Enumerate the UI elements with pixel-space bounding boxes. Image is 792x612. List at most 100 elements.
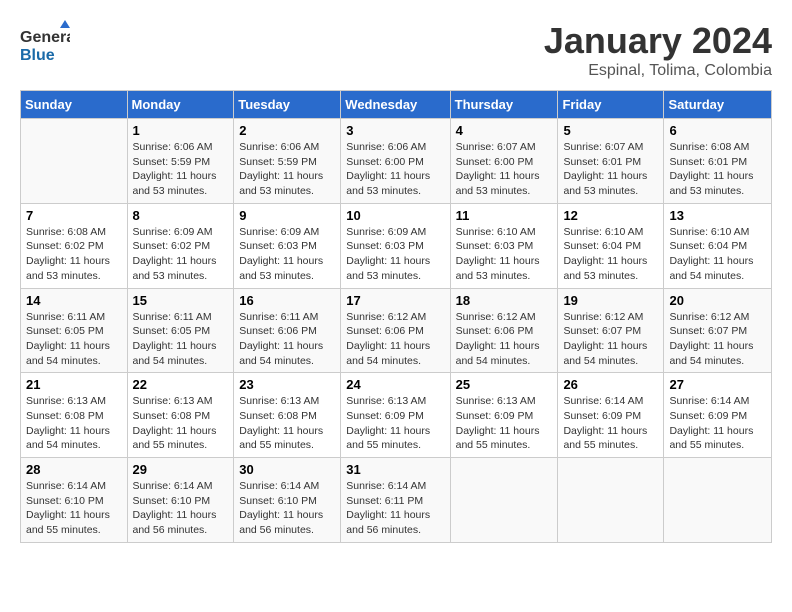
calendar-cell: 18 Sunrise: 6:12 AM Sunset: 6:06 PM Dayli… <box>450 288 558 373</box>
day-info: Sunrise: 6:10 AM Sunset: 6:04 PM Dayligh… <box>563 225 658 284</box>
day-info: Sunrise: 6:11 AM Sunset: 6:05 PM Dayligh… <box>26 310 122 369</box>
day-info: Sunrise: 6:06 AM Sunset: 6:00 PM Dayligh… <box>346 140 444 199</box>
calendar-cell: 21 Sunrise: 6:13 AM Sunset: 6:08 PM Dayli… <box>21 373 128 458</box>
day-info: Sunrise: 6:07 AM Sunset: 6:01 PM Dayligh… <box>563 140 658 199</box>
day-info: Sunrise: 6:13 AM Sunset: 6:08 PM Dayligh… <box>26 394 122 453</box>
calendar-cell: 3 Sunrise: 6:06 AM Sunset: 6:00 PM Daylig… <box>341 119 450 204</box>
logo: General Blue <box>20 20 70 75</box>
calendar-cell: 13Sunrise: 6:10 AM Sunset: 6:04 PM Dayli… <box>664 203 772 288</box>
day-info: Sunrise: 6:12 AM Sunset: 6:06 PM Dayligh… <box>346 310 444 369</box>
calendar-cell: 19 Sunrise: 6:12 AM Sunset: 6:07 PM Dayli… <box>558 288 664 373</box>
day-info: Sunrise: 6:11 AM Sunset: 6:06 PM Dayligh… <box>239 310 335 369</box>
header-row: Sunday Monday Tuesday Wednesday Thursday… <box>21 91 772 119</box>
calendar-cell <box>450 458 558 543</box>
calendar-cell <box>558 458 664 543</box>
day-number: 27 <box>669 377 766 392</box>
day-info: Sunrise: 6:08 AM Sunset: 6:01 PM Dayligh… <box>669 140 766 199</box>
day-info: Sunrise: 6:09 AM Sunset: 6:03 PM Dayligh… <box>346 225 444 284</box>
day-number: 4 <box>456 123 553 138</box>
day-info: Sunrise: 6:14 AM Sunset: 6:10 PM Dayligh… <box>239 479 335 538</box>
day-number: 24 <box>346 377 444 392</box>
day-number: 30 <box>239 462 335 477</box>
calendar-cell: 10 Sunrise: 6:09 AM Sunset: 6:03 PM Dayli… <box>341 203 450 288</box>
day-info: Sunrise: 6:12 AM Sunset: 6:07 PM Dayligh… <box>669 310 766 369</box>
calendar-cell: 22Sunrise: 6:13 AM Sunset: 6:08 PM Dayli… <box>127 373 234 458</box>
day-info: Sunrise: 6:12 AM Sunset: 6:07 PM Dayligh… <box>563 310 658 369</box>
calendar-cell: 24Sunrise: 6:13 AM Sunset: 6:09 PM Dayli… <box>341 373 450 458</box>
calendar-cell: 26 Sunrise: 6:14 AM Sunset: 6:09 PM Dayli… <box>558 373 664 458</box>
col-friday: Friday <box>558 91 664 119</box>
day-info: Sunrise: 6:13 AM Sunset: 6:09 PM Dayligh… <box>456 394 553 453</box>
col-wednesday: Wednesday <box>341 91 450 119</box>
calendar-cell: 31Sunrise: 6:14 AM Sunset: 6:11 PM Dayli… <box>341 458 450 543</box>
day-number: 3 <box>346 123 444 138</box>
day-number: 17 <box>346 293 444 308</box>
day-info: Sunrise: 6:06 AM Sunset: 5:59 PM Dayligh… <box>133 140 229 199</box>
col-tuesday: Tuesday <box>234 91 341 119</box>
calendar-cell: 16 Sunrise: 6:11 AM Sunset: 6:06 PM Dayli… <box>234 288 341 373</box>
day-info: Sunrise: 6:06 AM Sunset: 5:59 PM Dayligh… <box>239 140 335 199</box>
col-monday: Monday <box>127 91 234 119</box>
day-number: 29 <box>133 462 229 477</box>
day-number: 10 <box>346 208 444 223</box>
day-info: Sunrise: 6:14 AM Sunset: 6:11 PM Dayligh… <box>346 479 444 538</box>
calendar-week-1: 7 Sunrise: 6:08 AM Sunset: 6:02 PM Daylig… <box>21 203 772 288</box>
day-number: 12 <box>563 208 658 223</box>
svg-text:General: General <box>20 29 70 46</box>
calendar-cell: 1 Sunrise: 6:06 AM Sunset: 5:59 PM Daylig… <box>127 119 234 204</box>
calendar-cell: 30 Sunrise: 6:14 AM Sunset: 6:10 PM Dayli… <box>234 458 341 543</box>
logo-icon: General Blue <box>20 20 70 70</box>
calendar-cell: 11 Sunrise: 6:10 AM Sunset: 6:03 PM Dayli… <box>450 203 558 288</box>
day-number: 1 <box>133 123 229 138</box>
calendar-cell: 29Sunrise: 6:14 AM Sunset: 6:10 PM Dayli… <box>127 458 234 543</box>
calendar-cell: 2 Sunrise: 6:06 AM Sunset: 5:59 PM Daylig… <box>234 119 341 204</box>
day-number: 11 <box>456 208 553 223</box>
day-number: 14 <box>26 293 122 308</box>
calendar-cell: 6 Sunrise: 6:08 AM Sunset: 6:01 PM Daylig… <box>664 119 772 204</box>
svg-text:Blue: Blue <box>20 47 55 64</box>
day-number: 7 <box>26 208 122 223</box>
day-number: 13 <box>669 208 766 223</box>
day-number: 22 <box>133 377 229 392</box>
calendar-week-2: 14 Sunrise: 6:11 AM Sunset: 6:05 PM Dayli… <box>21 288 772 373</box>
calendar-week-4: 28 Sunrise: 6:14 AM Sunset: 6:10 PM Dayli… <box>21 458 772 543</box>
day-number: 25 <box>456 377 553 392</box>
calendar-subtitle: Espinal, Tolima, Colombia <box>544 62 772 80</box>
calendar-cell <box>664 458 772 543</box>
calendar-cell: 27Sunrise: 6:14 AM Sunset: 6:09 PM Dayli… <box>664 373 772 458</box>
day-number: 21 <box>26 377 122 392</box>
day-number: 16 <box>239 293 335 308</box>
calendar-title: January 2024 <box>544 20 772 62</box>
calendar-cell: 14 Sunrise: 6:11 AM Sunset: 6:05 PM Dayli… <box>21 288 128 373</box>
day-info: Sunrise: 6:14 AM Sunset: 6:09 PM Dayligh… <box>563 394 658 453</box>
calendar-body: 1 Sunrise: 6:06 AM Sunset: 5:59 PM Daylig… <box>21 119 772 543</box>
calendar-cell: 4 Sunrise: 6:07 AM Sunset: 6:00 PM Daylig… <box>450 119 558 204</box>
calendar-cell: 5Sunrise: 6:07 AM Sunset: 6:01 PM Daylig… <box>558 119 664 204</box>
day-info: Sunrise: 6:07 AM Sunset: 6:00 PM Dayligh… <box>456 140 553 199</box>
day-number: 15 <box>133 293 229 308</box>
day-number: 26 <box>563 377 658 392</box>
calendar-cell: 7 Sunrise: 6:08 AM Sunset: 6:02 PM Daylig… <box>21 203 128 288</box>
calendar-week-3: 21 Sunrise: 6:13 AM Sunset: 6:08 PM Dayli… <box>21 373 772 458</box>
day-info: Sunrise: 6:10 AM Sunset: 6:03 PM Dayligh… <box>456 225 553 284</box>
calendar-cell: 8Sunrise: 6:09 AM Sunset: 6:02 PM Daylig… <box>127 203 234 288</box>
header: General Blue January 2024 Espinal, Tolim… <box>20 20 772 80</box>
day-info: Sunrise: 6:09 AM Sunset: 6:02 PM Dayligh… <box>133 225 229 284</box>
col-thursday: Thursday <box>450 91 558 119</box>
day-info: Sunrise: 6:12 AM Sunset: 6:06 PM Dayligh… <box>456 310 553 369</box>
day-info: Sunrise: 6:08 AM Sunset: 6:02 PM Dayligh… <box>26 225 122 284</box>
day-number: 23 <box>239 377 335 392</box>
title-area: January 2024 Espinal, Tolima, Colombia <box>544 20 772 80</box>
calendar-cell: 28Sunrise: 6:14 AM Sunset: 6:10 PM Dayli… <box>21 458 128 543</box>
day-info: Sunrise: 6:09 AM Sunset: 6:03 PM Dayligh… <box>239 225 335 284</box>
day-number: 19 <box>563 293 658 308</box>
day-info: Sunrise: 6:11 AM Sunset: 6:05 PM Dayligh… <box>133 310 229 369</box>
day-number: 28 <box>26 462 122 477</box>
day-info: Sunrise: 6:13 AM Sunset: 6:08 PM Dayligh… <box>239 394 335 453</box>
day-number: 18 <box>456 293 553 308</box>
col-sunday: Sunday <box>21 91 128 119</box>
calendar-cell: 12 Sunrise: 6:10 AM Sunset: 6:04 PM Dayli… <box>558 203 664 288</box>
day-number: 6 <box>669 123 766 138</box>
day-number: 2 <box>239 123 335 138</box>
day-number: 20 <box>669 293 766 308</box>
